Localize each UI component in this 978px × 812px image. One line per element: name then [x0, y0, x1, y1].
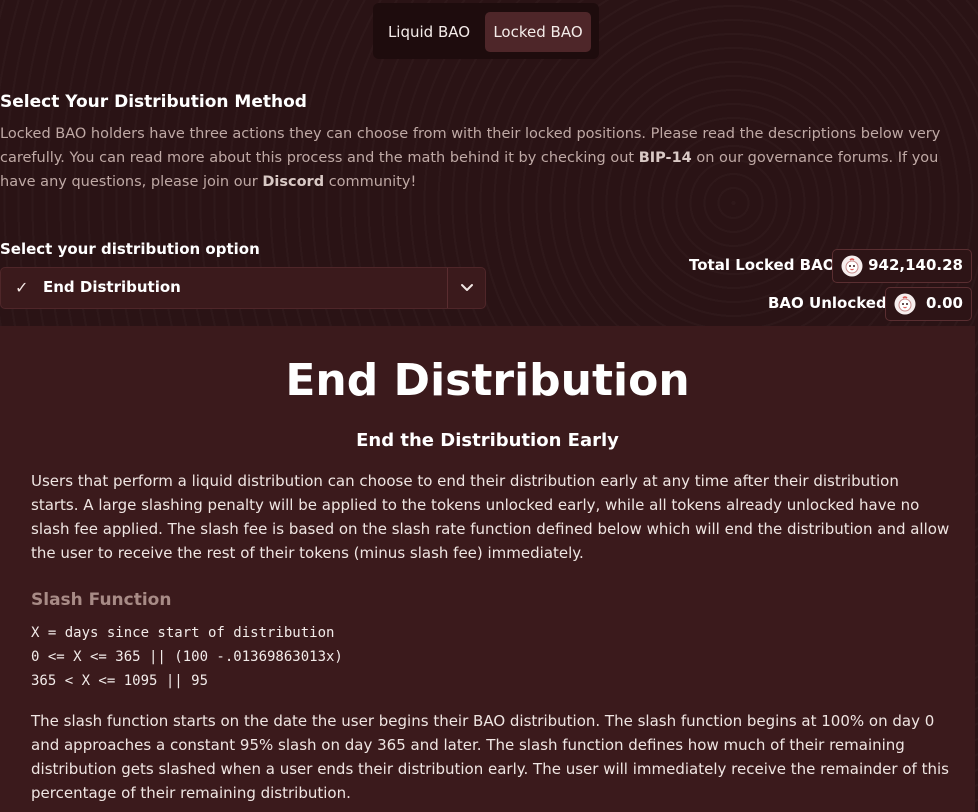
check-icon: ✓	[15, 278, 29, 297]
slash-function-heading: Slash Function	[31, 590, 172, 610]
panel-subtitle: End the Distribution Early	[356, 430, 619, 451]
bao-unlocked-label: BAO Unlocked	[768, 294, 887, 312]
distribution-option-label: Select your distribution option	[0, 240, 260, 258]
total-locked-label: Total Locked BAO	[689, 256, 836, 274]
description-paragraph-1: Users that perform a liquid distribution…	[31, 472, 950, 562]
panel-title: End Distribution	[285, 355, 690, 406]
code-line: 0 <= X <= 365 || (100 -.01369863013x)	[31, 649, 343, 665]
tab-locked-bao[interactable]: Locked BAO	[485, 12, 591, 52]
select-divider	[447, 268, 448, 308]
slash-function-code: X = days since start of distribution 0 <=…	[31, 621, 343, 693]
discord-link[interactable]: Discord	[262, 174, 324, 190]
total-locked-value: 942,140.28	[868, 256, 963, 274]
token-type-tabs: Liquid BAO Locked BAO	[373, 3, 599, 59]
selected-option: End Distribution	[43, 278, 181, 296]
intro-description: Locked BAO holders have three actions th…	[0, 122, 975, 194]
chevron-down-icon[interactable]	[458, 280, 476, 296]
total-locked-box: 942,140.28	[832, 249, 972, 283]
description-paragraph-2: The slash function starts on the date th…	[31, 712, 949, 802]
code-line: X = days since start of distribution	[31, 625, 335, 641]
bao-coin-icon	[894, 293, 916, 315]
bao-unlocked-box: 0.00	[885, 287, 972, 321]
bao-coin-icon	[841, 255, 863, 277]
tab-liquid-bao[interactable]: Liquid BAO	[381, 12, 477, 52]
intro-text-3: community!	[324, 174, 417, 190]
bao-unlocked-value: 0.00	[925, 294, 963, 312]
code-line: 365 < X <= 1095 || 95	[31, 673, 209, 689]
distribution-option-select[interactable]: ✓ End Distribution	[0, 267, 486, 309]
page-heading: Select Your Distribution Method	[0, 92, 307, 112]
bip-14-link[interactable]: BIP-14	[639, 150, 692, 166]
